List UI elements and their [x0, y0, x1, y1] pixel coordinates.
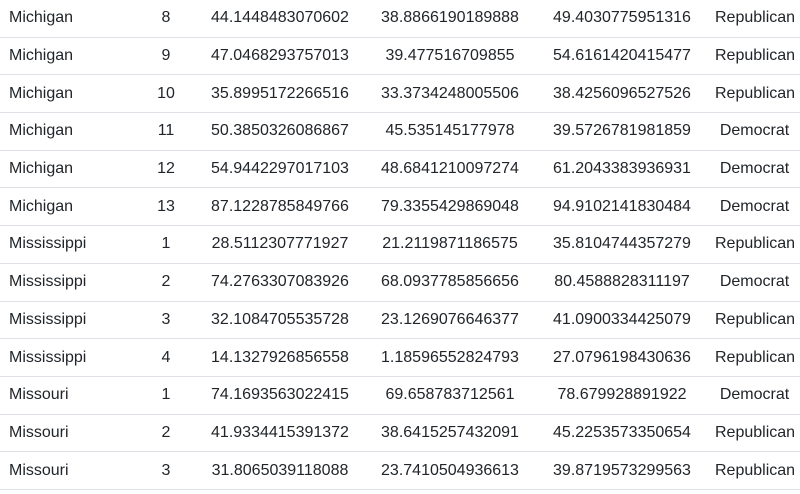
table-row: Missouri 1 74.1693563022415 69.658783712561…: [0, 376, 800, 415]
lower-bound-cell: 33.3734248005506: [363, 74, 537, 114]
table-row: Missouri 3 31.8065039118088 23.741050493661…: [0, 451, 800, 490]
table-row: Mississippi 1 28.5112307771927 21.211987118…: [0, 225, 800, 264]
upper-bound-cell: 78.679928891922: [537, 376, 707, 415]
district-cell: 4: [135, 338, 197, 377]
estimate-cell: 14.1327926856558: [197, 338, 363, 377]
state-cell: Michigan: [0, 74, 135, 114]
upper-bound-cell: 39.5726781981859: [537, 112, 707, 151]
state-cell: Mississippi: [0, 301, 135, 340]
estimate-cell: 44.1448483070602: [197, 0, 363, 38]
table-body: Michigan 8 44.1448483070602 38.886619018988…: [0, 0, 800, 490]
state-cell: Michigan: [0, 37, 135, 76]
upper-bound-cell: 39.8719573299563: [537, 451, 707, 490]
party-cell: Democrat: [707, 263, 800, 302]
state-cell: Mississippi: [0, 263, 135, 302]
upper-bound-cell: 38.4256096527526: [537, 74, 707, 114]
lower-bound-cell: 68.0937785856656: [363, 263, 537, 302]
estimate-cell: 50.3850326086867: [197, 112, 363, 151]
state-cell: Michigan: [0, 112, 135, 151]
table-row: Mississippi 4 14.1327926856558 1.1859655282…: [0, 338, 800, 377]
lower-bound-cell: 23.1269076646377: [363, 301, 537, 340]
upper-bound-cell: 45.2253573350654: [537, 414, 707, 453]
estimate-cell: 32.1084705535728: [197, 301, 363, 340]
lower-bound-cell: 21.2119871186575: [363, 225, 537, 264]
district-cell: 8: [135, 0, 197, 38]
table-row: Mississippi 2 74.2763307083926 68.093778585…: [0, 263, 800, 302]
party-cell: Republican: [707, 414, 800, 453]
district-cell: 11: [135, 112, 197, 151]
upper-bound-cell: 49.4030775951316: [537, 0, 707, 38]
table-row: Michigan 8 44.1448483070602 38.886619018988…: [0, 0, 800, 38]
table-row: Michigan 10 35.8995172266516 33.37342480055…: [0, 74, 800, 114]
table-row: Michigan 12 54.9442297017103 48.68412100972…: [0, 150, 800, 189]
party-cell: Republican: [707, 225, 800, 264]
party-cell: Republican: [707, 301, 800, 340]
party-cell: Democrat: [707, 112, 800, 151]
table-row: Michigan 13 87.1228785849766 79.33554298690…: [0, 187, 800, 227]
data-table: Michigan 8 44.1448483070602 38.886619018988…: [0, 0, 800, 490]
district-cell: 13: [135, 187, 197, 227]
party-cell: Republican: [707, 74, 800, 114]
district-cell: 10: [135, 74, 197, 114]
district-cell: 2: [135, 414, 197, 453]
party-cell: Republican: [707, 0, 800, 38]
estimate-cell: 74.2763307083926: [197, 263, 363, 302]
state-cell: Mississippi: [0, 338, 135, 377]
state-cell: Michigan: [0, 187, 135, 227]
party-cell: Republican: [707, 37, 800, 76]
lower-bound-cell: 23.7410504936613: [363, 451, 537, 490]
upper-bound-cell: 35.8104744357279: [537, 225, 707, 264]
table-row: Michigan 9 47.0468293757013 39.477516709855…: [0, 37, 800, 76]
district-cell: 12: [135, 150, 197, 189]
state-cell: Mississippi: [0, 225, 135, 264]
estimate-cell: 87.1228785849766: [197, 187, 363, 227]
lower-bound-cell: 48.6841210097274: [363, 150, 537, 189]
lower-bound-cell: 38.6415257432091: [363, 414, 537, 453]
lower-bound-cell: 69.658783712561: [363, 376, 537, 415]
estimate-cell: 54.9442297017103: [197, 150, 363, 189]
table-row: Michigan 11 50.3850326086867 45.53514517797…: [0, 112, 800, 151]
party-cell: Democrat: [707, 150, 800, 189]
estimate-cell: 31.8065039118088: [197, 451, 363, 490]
district-cell: 1: [135, 376, 197, 415]
upper-bound-cell: 80.4588828311197: [537, 263, 707, 302]
district-cell: 1: [135, 225, 197, 264]
party-cell: Democrat: [707, 187, 800, 227]
party-cell: Democrat: [707, 376, 800, 415]
lower-bound-cell: 38.8866190189888: [363, 0, 537, 38]
upper-bound-cell: 61.2043383936931: [537, 150, 707, 189]
state-cell: Missouri: [0, 376, 135, 415]
state-cell: Missouri: [0, 414, 135, 453]
lower-bound-cell: 1.18596552824793: [363, 338, 537, 377]
lower-bound-cell: 79.3355429869048: [363, 187, 537, 227]
table-row: Mississippi 3 32.1084705535728 23.126907664…: [0, 301, 800, 340]
state-cell: Michigan: [0, 150, 135, 189]
lower-bound-cell: 45.535145177978: [363, 112, 537, 151]
district-cell: 3: [135, 451, 197, 490]
estimate-cell: 47.0468293757013: [197, 37, 363, 76]
estimate-cell: 28.5112307771927: [197, 225, 363, 264]
district-cell: 2: [135, 263, 197, 302]
state-cell: Missouri: [0, 451, 135, 490]
estimate-cell: 74.1693563022415: [197, 376, 363, 415]
district-cell: 9: [135, 37, 197, 76]
upper-bound-cell: 41.0900334425079: [537, 301, 707, 340]
table-row: Missouri 2 41.9334415391372 38.641525743209…: [0, 414, 800, 453]
upper-bound-cell: 94.9102141830484: [537, 187, 707, 227]
upper-bound-cell: 54.6161420415477: [537, 37, 707, 76]
estimate-cell: 41.9334415391372: [197, 414, 363, 453]
lower-bound-cell: 39.477516709855: [363, 37, 537, 76]
estimate-cell: 35.8995172266516: [197, 74, 363, 114]
party-cell: Republican: [707, 338, 800, 377]
district-cell: 3: [135, 301, 197, 340]
upper-bound-cell: 27.0796198430636: [537, 338, 707, 377]
party-cell: Republican: [707, 451, 800, 490]
state-cell: Michigan: [0, 0, 135, 38]
